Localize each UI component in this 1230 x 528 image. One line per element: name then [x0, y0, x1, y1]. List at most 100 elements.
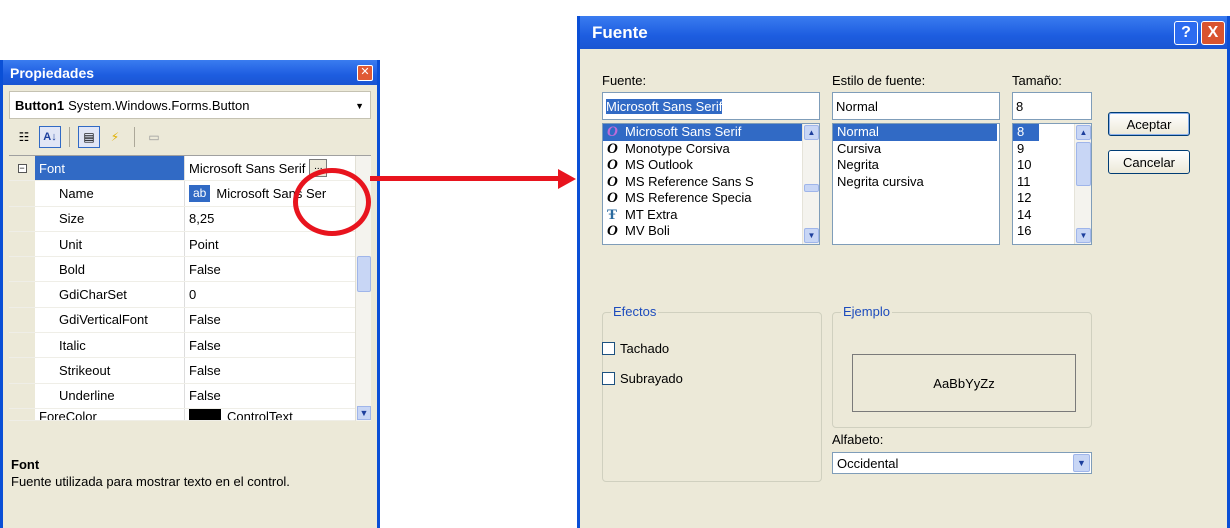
property-row-strikeout[interactable]: Strikeout False	[9, 358, 371, 384]
gutter	[9, 231, 35, 257]
property-value: False	[189, 261, 221, 277]
property-row-forecolor[interactable]: ForeColor ControlText	[9, 408, 371, 421]
property-value-text: ControlText	[227, 408, 293, 420]
properties-titlebar: Propiedades ✕	[3, 60, 377, 85]
list-item[interactable]: O MS Reference Sans S	[603, 174, 819, 191]
opentype-icon: O	[607, 140, 618, 157]
checkbox-box[interactable]	[602, 342, 615, 355]
property-name: Unit	[35, 231, 185, 257]
list-item-label: MV Boli	[625, 223, 670, 238]
list-item[interactable]: Normal	[833, 124, 997, 141]
scroll-down-icon[interactable]: ▼	[1076, 228, 1091, 243]
close-icon[interactable]: X	[1201, 20, 1225, 45]
checkbox-box[interactable]	[602, 372, 615, 385]
toolbar-separator	[69, 127, 70, 147]
opentype-icon: O	[607, 223, 618, 239]
scroll-down-icon[interactable]: ▼	[357, 406, 371, 420]
script-select[interactable]: Occidental ▼	[832, 452, 1092, 474]
scrollbar-thumb[interactable]	[357, 256, 371, 292]
truetype-icon: Ŧ	[607, 206, 618, 223]
list-item[interactable]: Cursiva	[833, 141, 999, 158]
property-name: Underline	[35, 383, 185, 408]
properties-body: Button1 System.Windows.Forms.Button ▼ ☷ …	[3, 85, 377, 528]
property-row-gdiverticalfont[interactable]: GdiVerticalFont False	[9, 307, 371, 334]
list-item[interactable]: O MS Outlook	[603, 157, 819, 174]
font-name-list[interactable]: O Microsoft Sans Serif O Monotype Corsiva …	[602, 123, 820, 245]
annotation-circle	[293, 168, 371, 236]
opentype-icon: O	[607, 124, 618, 140]
strikeout-checkbox[interactable]: Tachado	[602, 341, 669, 356]
font-size-input[interactable]: 8	[1012, 92, 1092, 120]
chevron-down-icon[interactable]: ▼	[355, 101, 364, 111]
list-item[interactable]: 8	[1013, 124, 1039, 141]
scroll-down-icon[interactable]: ▼	[804, 228, 819, 243]
scrollbar-thumb[interactable]	[1076, 142, 1091, 186]
description-title: Font	[11, 457, 40, 472]
property-name: Name	[35, 181, 185, 206]
property-name: Font	[35, 156, 185, 181]
font-dialog: Fuente ? X Fuente: Estilo de fuente: Tam…	[577, 16, 1230, 528]
list-item-label: Microsoft Sans Serif	[625, 124, 742, 139]
property-row-gdicharset[interactable]: GdiCharSet 0	[9, 282, 371, 308]
sample-preview: AaBbYyZz	[852, 354, 1076, 412]
gutter	[9, 181, 35, 206]
size-list-scrollbar[interactable]: ▲ ▼	[1074, 124, 1091, 244]
close-icon[interactable]: ✕	[357, 64, 373, 81]
list-item[interactable]: Negrita cursiva	[833, 174, 999, 191]
property-pages-icon[interactable]: ▭	[143, 126, 165, 148]
font-value-text: Microsoft Sans Serif	[189, 160, 306, 176]
gutter	[9, 282, 35, 307]
gutter	[9, 383, 35, 408]
object-name: Button1	[15, 97, 65, 113]
font-style-input[interactable]: Normal	[832, 92, 1000, 120]
ok-button[interactable]: Aceptar	[1108, 112, 1190, 136]
font-name-input[interactable]: Microsoft Sans Serif	[602, 92, 820, 120]
list-item[interactable]: O Microsoft Sans Serif	[603, 124, 819, 141]
gutter	[9, 257, 35, 282]
scroll-up-icon[interactable]: ▲	[804, 125, 819, 140]
list-item[interactable]: O MS Reference Specia	[603, 190, 819, 207]
gutter	[9, 408, 35, 420]
categorized-icon[interactable]: ☷	[13, 126, 35, 148]
object-selector[interactable]: Button1 System.Windows.Forms.Button ▼	[9, 91, 371, 119]
font-preview-chip: ab	[189, 184, 211, 202]
collapse-icon[interactable]: −	[17, 163, 27, 173]
underline-checkbox[interactable]: Subrayado	[602, 371, 683, 386]
scroll-up-icon[interactable]: ▲	[1076, 125, 1091, 140]
list-item[interactable]: Negrita	[833, 157, 999, 174]
list-item[interactable]: O Monotype Corsiva	[603, 141, 819, 158]
events-icon[interactable]: ⚡	[104, 126, 126, 148]
font-style-list[interactable]: Normal Cursiva Negrita Negrita cursiva	[832, 123, 1000, 245]
chevron-down-icon[interactable]: ▼	[1073, 454, 1090, 472]
font-size-list[interactable]: 8 9 10 11 12 14 16 ▲ ▼	[1012, 123, 1092, 245]
property-row-bold[interactable]: Bold False	[9, 257, 371, 283]
gutter	[9, 206, 35, 231]
list-item-label: MT Extra	[625, 206, 678, 222]
property-name: Italic	[35, 333, 185, 358]
property-name: Bold	[35, 257, 185, 282]
font-list-scrollbar[interactable]: ▲ ▼	[802, 124, 819, 244]
cancel-button[interactable]: Cancelar	[1108, 150, 1190, 174]
property-row-unit[interactable]: Unit Point	[9, 231, 371, 258]
properties-icon[interactable]: ▤	[78, 126, 100, 148]
list-item[interactable]: O MV Boli	[603, 223, 819, 240]
property-row-italic[interactable]: Italic False	[9, 333, 371, 359]
property-row-underline[interactable]: Underline False	[9, 383, 371, 409]
underline-label: Subrayado	[620, 371, 683, 386]
property-name: GdiCharSet	[35, 282, 185, 307]
properties-toolbar: ☷ A↓ ▤ ⚡ ▭	[9, 122, 371, 152]
size-label: Tamaño:	[1012, 73, 1062, 88]
list-item[interactable]: Ŧ MT Extra	[603, 207, 819, 224]
help-icon[interactable]: ?	[1174, 20, 1198, 45]
font-label: Fuente:	[602, 73, 647, 88]
toolbar-separator	[134, 127, 135, 147]
properties-title: Propiedades	[10, 64, 95, 81]
font-dialog-titlebar: Fuente ? X	[580, 16, 1227, 49]
property-value: False	[189, 312, 221, 328]
gutter	[9, 358, 35, 383]
alphabetical-icon[interactable]: A↓	[39, 126, 61, 148]
script-value: Occidental	[837, 455, 899, 471]
list-item-label: MS Outlook	[625, 157, 693, 172]
scrollbar-thumb[interactable]	[804, 184, 819, 192]
property-value: 0	[189, 287, 197, 303]
